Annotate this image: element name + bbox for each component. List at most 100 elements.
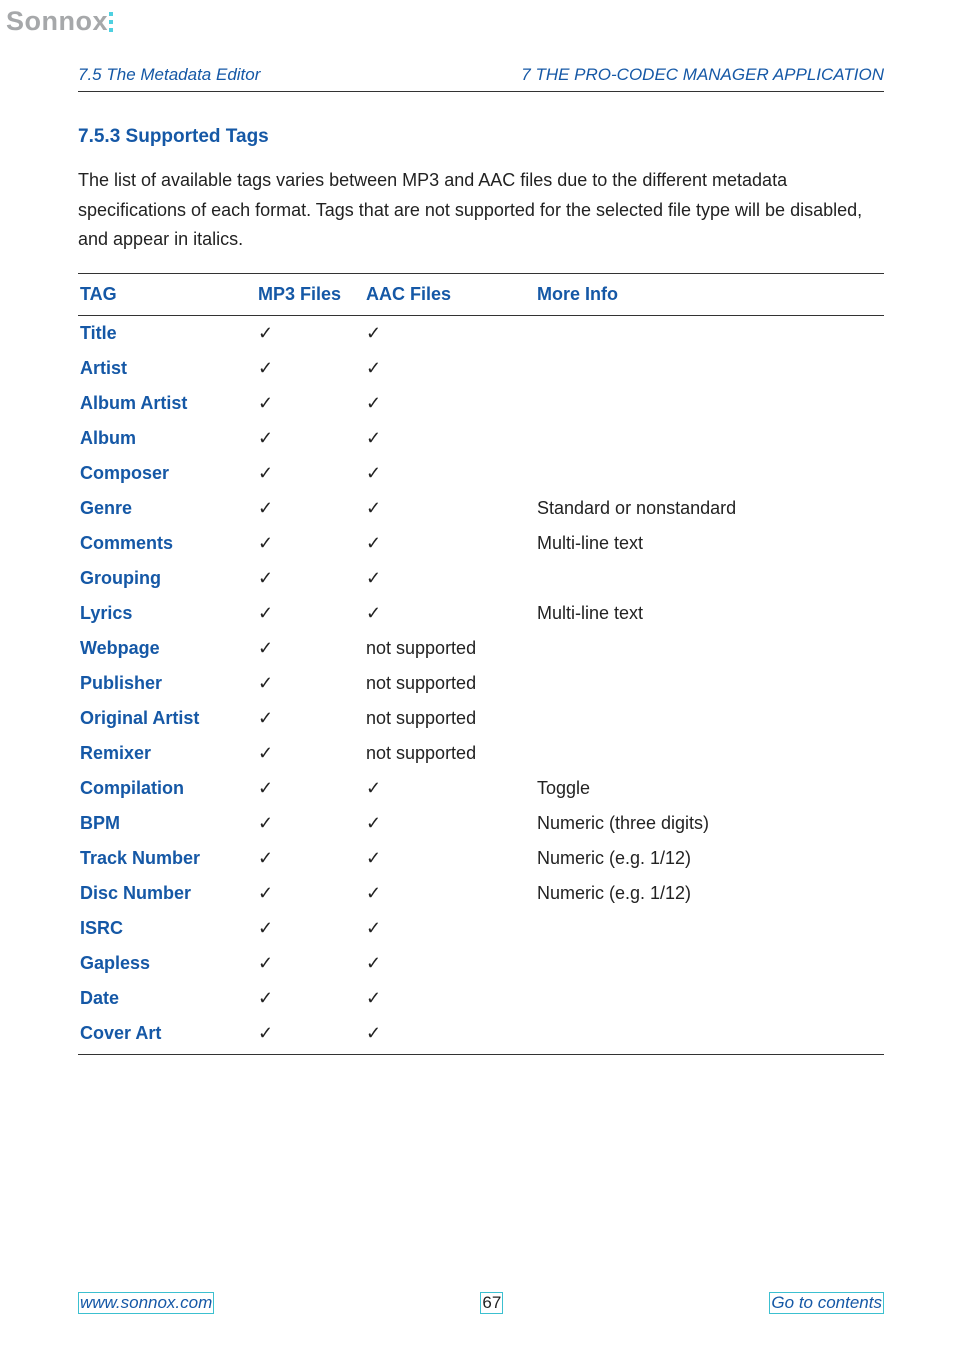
- mp3-cell: ✓: [256, 736, 364, 771]
- aac-cell: ✓: [364, 981, 527, 1016]
- table-row: Album✓✓: [78, 421, 884, 456]
- info-cell: Numeric (e.g. 1/12): [527, 841, 884, 876]
- footer-page-number: 67: [480, 1292, 503, 1314]
- mp3-cell: ✓: [256, 596, 364, 631]
- table-row: Publisher✓not supported: [78, 666, 884, 701]
- check-icon: ✓: [366, 953, 381, 973]
- table-row: Grouping✓✓: [78, 561, 884, 596]
- tag-name-cell: Original Artist: [78, 701, 256, 736]
- aac-cell: ✓: [364, 771, 527, 806]
- check-icon: ✓: [258, 1023, 273, 1043]
- table-row: Album Artist✓✓: [78, 386, 884, 421]
- aac-cell: ✓: [364, 351, 527, 386]
- mp3-cell: ✓: [256, 806, 364, 841]
- tag-name-cell: Grouping: [78, 561, 256, 596]
- footer-url-link[interactable]: www.sonnox.com: [78, 1292, 214, 1314]
- tag-name-cell: Publisher: [78, 666, 256, 701]
- info-cell: [527, 911, 884, 946]
- table-body: Title✓✓Artist✓✓Album Artist✓✓Album✓✓Comp…: [78, 316, 884, 1055]
- tag-name-cell: Track Number: [78, 841, 256, 876]
- tag-name-cell: Lyrics: [78, 596, 256, 631]
- tag-name-cell: Remixer: [78, 736, 256, 771]
- mp3-cell: ✓: [256, 561, 364, 596]
- info-cell: [527, 421, 884, 456]
- info-cell: Multi-line text: [527, 596, 884, 631]
- aac-cell: not supported: [364, 631, 527, 666]
- check-icon: ✓: [366, 883, 381, 903]
- aac-cell: ✓: [364, 526, 527, 561]
- check-icon: ✓: [258, 638, 273, 658]
- tag-name-cell: Title: [78, 316, 256, 352]
- check-icon: ✓: [366, 778, 381, 798]
- table-row: Lyrics✓✓Multi-line text: [78, 596, 884, 631]
- aac-cell: ✓: [364, 386, 527, 421]
- mp3-cell: ✓: [256, 386, 364, 421]
- mp3-cell: ✓: [256, 946, 364, 981]
- check-icon: ✓: [258, 428, 273, 448]
- aac-cell: ✓: [364, 421, 527, 456]
- table-row: Composer✓✓: [78, 456, 884, 491]
- mp3-cell: ✓: [256, 456, 364, 491]
- footer-contents-link[interactable]: Go to contents: [769, 1292, 884, 1314]
- info-cell: Multi-line text: [527, 526, 884, 561]
- mp3-cell: ✓: [256, 841, 364, 876]
- info-cell: [527, 456, 884, 491]
- col-header-aac: AAC Files: [364, 274, 527, 316]
- tag-name-cell: Cover Art: [78, 1016, 256, 1055]
- aac-cell: ✓: [364, 456, 527, 491]
- aac-cell: ✓: [364, 491, 527, 526]
- check-icon: ✓: [258, 323, 273, 343]
- table-row: Remixer✓not supported: [78, 736, 884, 771]
- check-icon: ✓: [258, 778, 273, 798]
- check-icon: ✓: [366, 1023, 381, 1043]
- mp3-cell: ✓: [256, 771, 364, 806]
- info-cell: [527, 701, 884, 736]
- check-icon: ✓: [258, 498, 273, 518]
- tags-table: TAG MP3 Files AAC Files More Info Title✓…: [78, 273, 884, 1055]
- check-icon: ✓: [258, 813, 273, 833]
- table-row: Title✓✓: [78, 316, 884, 352]
- info-cell: [527, 1016, 884, 1055]
- table-row: Date✓✓: [78, 981, 884, 1016]
- tag-name-cell: Artist: [78, 351, 256, 386]
- tag-name-cell: Album: [78, 421, 256, 456]
- info-cell: Numeric (e.g. 1/12): [527, 876, 884, 911]
- check-icon: ✓: [366, 498, 381, 518]
- info-cell: [527, 666, 884, 701]
- check-icon: ✓: [258, 743, 273, 763]
- aac-cell: ✓: [364, 316, 527, 352]
- check-icon: ✓: [258, 603, 273, 623]
- col-header-mp3: MP3 Files: [256, 274, 364, 316]
- check-icon: ✓: [366, 323, 381, 343]
- check-icon: ✓: [366, 813, 381, 833]
- brand-logo: Sonnox: [0, 0, 954, 37]
- check-icon: ✓: [258, 673, 273, 693]
- tag-name-cell: Comments: [78, 526, 256, 561]
- check-icon: ✓: [258, 533, 273, 553]
- table-header-row: TAG MP3 Files AAC Files More Info: [78, 274, 884, 316]
- check-icon: ✓: [258, 358, 273, 378]
- tag-name-cell: ISRC: [78, 911, 256, 946]
- mp3-cell: ✓: [256, 911, 364, 946]
- mp3-cell: ✓: [256, 316, 364, 352]
- table-row: Original Artist✓not supported: [78, 701, 884, 736]
- mp3-cell: ✓: [256, 526, 364, 561]
- tag-name-cell: Genre: [78, 491, 256, 526]
- brand-text: Sonnox: [6, 6, 108, 36]
- table-row: Gapless✓✓: [78, 946, 884, 981]
- mp3-cell: ✓: [256, 351, 364, 386]
- check-icon: ✓: [258, 988, 273, 1008]
- check-icon: ✓: [366, 533, 381, 553]
- check-icon: ✓: [366, 848, 381, 868]
- aac-cell: ✓: [364, 876, 527, 911]
- brand-dots-icon: [109, 10, 115, 32]
- col-header-info: More Info: [527, 274, 884, 316]
- aac-cell: not supported: [364, 701, 527, 736]
- table-row: ISRC✓✓: [78, 911, 884, 946]
- col-header-tag: TAG: [78, 274, 256, 316]
- mp3-cell: ✓: [256, 631, 364, 666]
- info-cell: Standard or nonstandard: [527, 491, 884, 526]
- check-icon: ✓: [258, 953, 273, 973]
- tag-name-cell: Date: [78, 981, 256, 1016]
- info-cell: Numeric (three digits): [527, 806, 884, 841]
